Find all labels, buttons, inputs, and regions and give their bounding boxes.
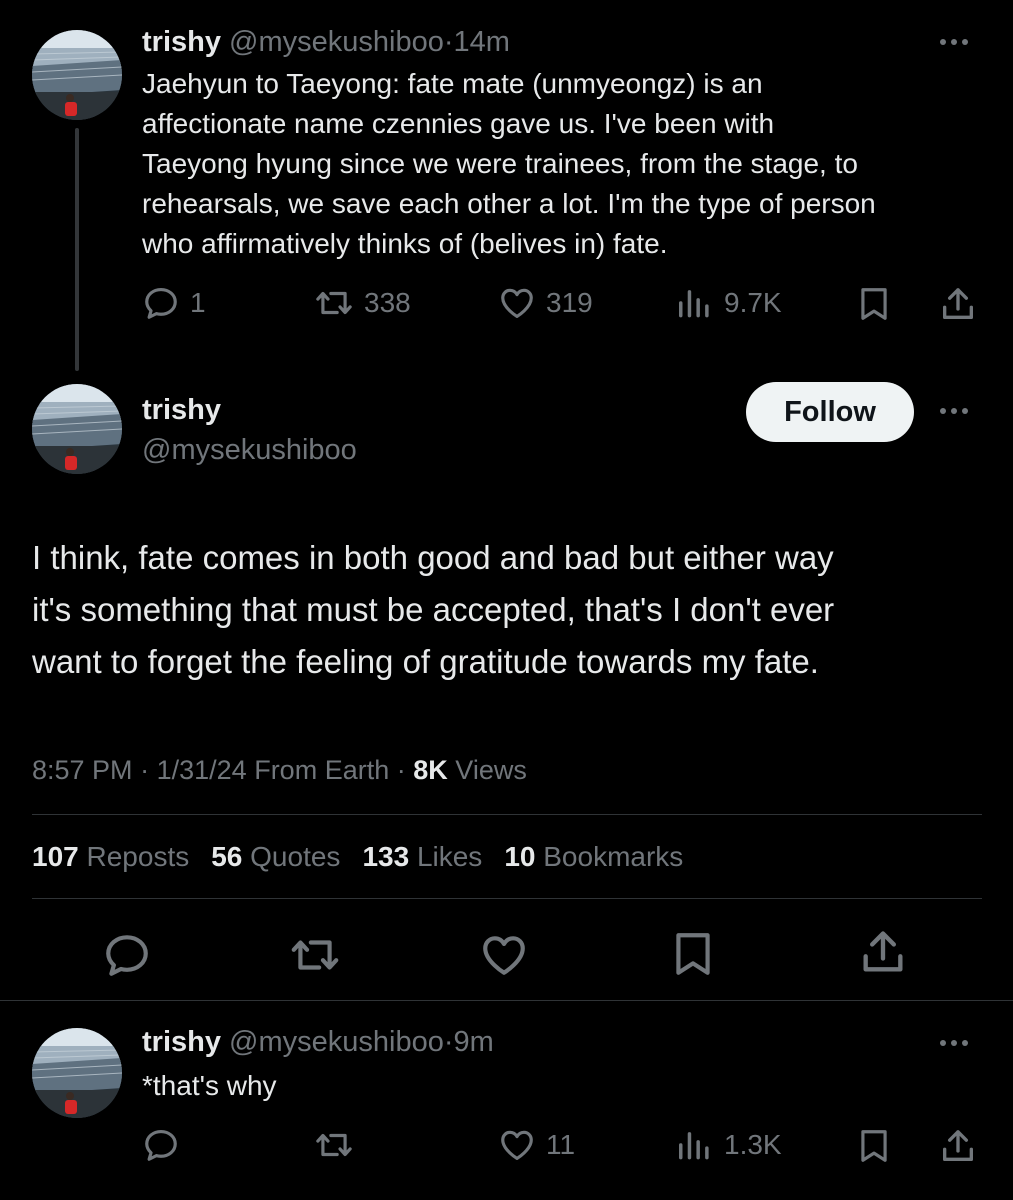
views-button[interactable]: 1.3K — [676, 1126, 782, 1164]
tweet-meta: 8:57 PM · 1/31/24 From Earth · 8K Views — [32, 752, 527, 788]
bookmark-icon — [855, 284, 893, 324]
heart-icon — [498, 284, 536, 322]
views-label: Views — [455, 755, 527, 785]
divider — [32, 814, 982, 815]
separator: · — [140, 755, 150, 785]
author-name[interactable]: trishy — [142, 392, 221, 428]
reply-button[interactable] — [102, 930, 152, 980]
engagement-stats: 107 Reposts 56 Quotes 133 Likes 10 Bookmark… — [32, 839, 705, 875]
repost-button[interactable] — [288, 930, 342, 980]
views-count: 1.3K — [724, 1129, 782, 1160]
repost-count: 338 — [364, 287, 411, 318]
avatar[interactable] — [32, 30, 122, 120]
text-line: want to forget the feeling of gratitude … — [32, 643, 819, 680]
more-icon[interactable] — [940, 408, 968, 414]
tweet-date[interactable]: 1/31/24 — [157, 755, 247, 785]
like-count: 11 — [546, 1129, 576, 1160]
repost-button[interactable]: 338 — [314, 284, 411, 322]
divider — [32, 898, 982, 899]
reply-icon — [142, 1126, 180, 1164]
avatar-image — [32, 384, 122, 474]
bookmarks-label: Bookmarks — [543, 841, 684, 872]
reposts-count: 107 — [32, 841, 79, 872]
text-line: Taeyong hyung since we were trainees, fr… — [142, 148, 858, 179]
likes-count: 133 — [362, 841, 410, 872]
tweet-3-header: trishy @mysekushiboo·9m — [142, 1024, 494, 1060]
bookmark-button[interactable] — [855, 1126, 893, 1166]
views-icon — [676, 1126, 714, 1164]
reply-button[interactable]: 1 — [142, 284, 206, 322]
text-line: I think, fate comes in both good and bad… — [32, 539, 834, 576]
text-line: affectionate name czennies gave us. I've… — [142, 108, 775, 139]
reply-button[interactable] — [142, 1126, 180, 1164]
share-icon — [938, 1126, 978, 1166]
follow-button[interactable]: Follow — [746, 382, 914, 442]
separator: · — [443, 1026, 454, 1058]
avatar-image — [32, 1028, 122, 1118]
text-line: who affirmatively thinks of (belives in)… — [142, 228, 668, 259]
share-button[interactable] — [938, 1126, 978, 1166]
timestamp[interactable]: 9m — [454, 1026, 494, 1058]
views-count: 8K — [413, 755, 448, 785]
repost-icon — [314, 284, 354, 322]
share-button[interactable] — [857, 926, 909, 978]
bookmark-button[interactable] — [855, 284, 893, 324]
tweet-3-text: *that's why — [142, 1070, 277, 1101]
divider — [0, 1000, 1013, 1001]
avatar-image — [32, 30, 122, 120]
bookmark-icon — [855, 1126, 893, 1166]
bookmarks-count: 10 — [504, 841, 536, 872]
bookmark-icon — [668, 928, 718, 980]
like-button[interactable] — [479, 930, 529, 980]
likes-stat[interactable]: 133 Likes — [362, 841, 482, 872]
thread-line — [75, 128, 79, 371]
more-icon[interactable] — [940, 39, 968, 45]
more-icon[interactable] — [940, 1040, 968, 1046]
reply-icon — [142, 284, 180, 322]
quotes-count: 56 — [211, 841, 243, 872]
tweet-time[interactable]: 8:57 PM — [32, 755, 133, 785]
author-name[interactable]: trishy — [142, 1026, 221, 1058]
reposts-stat[interactable]: 107 Reposts — [32, 841, 189, 872]
quotes-stat[interactable]: 56 Quotes — [211, 841, 340, 872]
reply-count: 1 — [190, 287, 206, 318]
share-icon — [857, 926, 909, 978]
views-count: 9.7K — [724, 287, 782, 318]
repost-icon — [288, 930, 342, 980]
avatar[interactable] — [32, 384, 122, 474]
repost-button[interactable] — [314, 1126, 354, 1164]
like-button[interactable]: 11 — [498, 1126, 575, 1164]
separator: · — [396, 755, 406, 785]
views-button[interactable]: 9.7K — [676, 284, 782, 322]
bookmark-button[interactable] — [668, 928, 718, 980]
author-handle[interactable]: @mysekushiboo — [229, 1026, 444, 1058]
bookmarks-stat[interactable]: 10 Bookmarks — [504, 841, 683, 872]
text-line: Jaehyun to Taeyong: fate mate (unmyeongz… — [142, 68, 763, 99]
text-line: rehearsals, we save each other a lot. I'… — [142, 188, 876, 219]
reposts-label: Reposts — [86, 841, 190, 872]
avatar[interactable] — [32, 1028, 122, 1118]
quotes-label: Quotes — [250, 841, 341, 872]
like-count: 319 — [546, 287, 593, 318]
views-icon — [676, 284, 714, 322]
reply-icon — [102, 930, 152, 980]
share-button[interactable] — [938, 284, 978, 324]
author-name[interactable]: trishy — [142, 26, 221, 58]
heart-icon — [498, 1126, 536, 1164]
like-button[interactable]: 319 — [498, 284, 593, 322]
text-line: it's something that must be accepted, th… — [32, 591, 835, 628]
timestamp[interactable]: 14m — [454, 26, 510, 58]
tweet-location: From Earth — [254, 755, 390, 785]
repost-icon — [314, 1126, 354, 1164]
heart-icon — [479, 930, 529, 980]
separator: · — [443, 26, 454, 58]
author-handle[interactable]: @mysekushiboo — [229, 26, 444, 58]
main-tweet-text: I think, fate comes in both good and bad… — [32, 532, 834, 688]
share-icon — [938, 284, 978, 324]
tweet-1-text: Jaehyun to Taeyong: fate mate (unmyeongz… — [142, 64, 876, 264]
tweet-1-header: trishy @mysekushiboo·14m — [142, 24, 510, 60]
likes-label: Likes — [416, 841, 483, 872]
author-handle[interactable]: @mysekushiboo — [142, 432, 357, 468]
